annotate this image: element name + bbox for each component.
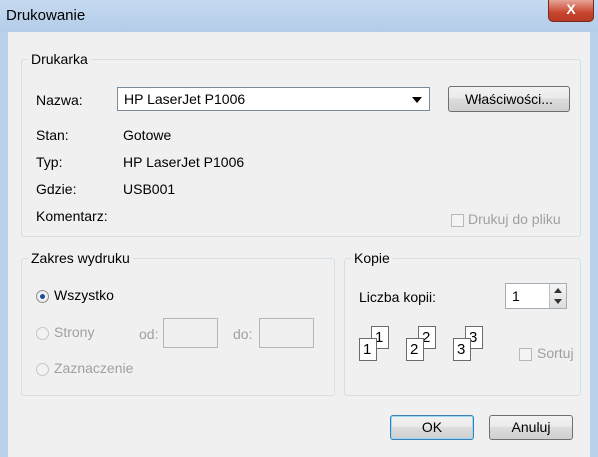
page-icon: 3 — [453, 338, 471, 361]
copies-spinner[interactable] — [549, 284, 566, 308]
radio-all[interactable] — [36, 290, 49, 303]
collate-checkbox[interactable] — [519, 348, 532, 361]
title-bar: Drukowanie X — [0, 0, 598, 32]
to-label: do: — [233, 326, 253, 342]
window-title: Drukowanie — [6, 7, 86, 24]
printer-name-label: Nazwa: — [36, 92, 83, 108]
radio-selected-dot — [40, 294, 45, 299]
printer-group: Drukarka Nazwa: HP LaserJet P1006 Właści… — [21, 51, 581, 237]
to-input[interactable] — [259, 318, 314, 348]
printer-group-label: Drukarka — [28, 51, 91, 67]
page-icon: 1 — [359, 338, 377, 361]
from-label: od: — [139, 326, 159, 342]
radio-pages-label: Strony — [54, 324, 95, 340]
chevron-down-icon — [412, 97, 422, 103]
close-icon: X — [566, 1, 576, 17]
dialog-body: Drukarka Nazwa: HP LaserJet P1006 Właści… — [8, 32, 590, 457]
ok-button-label: OK — [421, 419, 443, 435]
print-to-file-label: Drukuj do pliku — [468, 211, 561, 227]
status-value: Gotowe — [123, 127, 172, 143]
radio-selection-label: Zaznaczenie — [54, 360, 134, 376]
copies-count-label: Liczba kopii: — [359, 289, 437, 305]
comment-label: Komentarz: — [36, 208, 108, 224]
close-button[interactable]: X — [548, 0, 594, 22]
where-value: USB001 — [123, 181, 176, 197]
print-to-file-checkbox[interactable] — [451, 214, 464, 227]
copies-group-label: Kopie — [351, 250, 393, 266]
spin-down-icon — [554, 299, 562, 304]
collate-illustration: 1 1 2 2 3 3 — [359, 326, 499, 370]
where-label: Gdzie: — [36, 181, 77, 197]
properties-button-label: Właściwości... — [465, 91, 553, 107]
radio-all-label: Wszystko — [54, 287, 114, 303]
type-label: Typ: — [36, 154, 63, 170]
cancel-button-label: Anuluj — [511, 419, 551, 435]
ok-button[interactable]: OK — [390, 415, 474, 440]
print-range-group: Zakres wydruku Wszystko Strony od: do: Z… — [21, 250, 335, 396]
printer-name-select[interactable]: HP LaserJet P1006 — [117, 87, 430, 111]
cancel-button[interactable]: Anuluj — [489, 415, 573, 440]
radio-pages[interactable] — [36, 327, 49, 340]
from-input[interactable] — [163, 318, 218, 348]
page-icon: 2 — [406, 338, 424, 361]
printer-name-value: HP LaserJet P1006 — [124, 91, 246, 107]
radio-selection[interactable] — [36, 363, 49, 376]
type-value: HP LaserJet P1006 — [123, 154, 245, 170]
collate-label: Sortuj — [537, 345, 574, 361]
print-range-group-label: Zakres wydruku — [28, 250, 133, 266]
properties-button[interactable]: Właściwości... — [448, 86, 570, 112]
copies-count-input[interactable]: 1 — [505, 283, 567, 309]
copies-group: Kopie Liczba kopii: 1 1 1 2 2 3 3 Sortuj — [344, 250, 581, 396]
copies-count-value: 1 — [512, 288, 520, 304]
status-label: Stan: — [36, 127, 69, 143]
spin-up-icon — [554, 288, 562, 293]
